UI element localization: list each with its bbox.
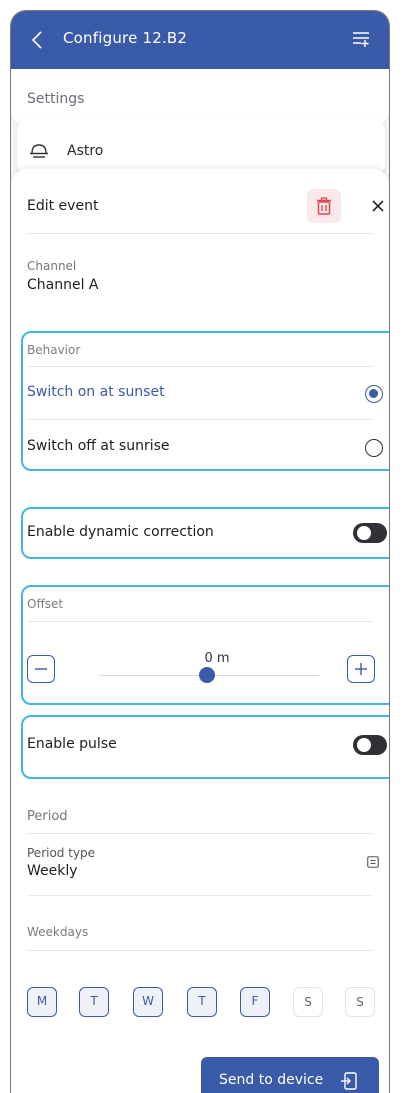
weekday-friday[interactable]: F (240, 987, 270, 1017)
list-icon[interactable] (367, 856, 379, 868)
delete-button[interactable] (307, 189, 341, 223)
channel-value[interactable]: Channel A (27, 277, 99, 293)
page-title: Configure 12.B2 (63, 29, 188, 47)
divider (27, 621, 373, 622)
weekday-wednesday[interactable]: W (133, 987, 163, 1017)
decrement-button[interactable] (27, 655, 55, 683)
export-icon (341, 1072, 357, 1090)
weekday-saturday[interactable]: S (293, 987, 323, 1017)
offset-label: Offset (27, 597, 64, 611)
app-header: Configure 12.B2 (11, 11, 389, 69)
option-switch-off-sunrise[interactable]: Switch off at sunrise (27, 438, 170, 454)
astro-label: Astro (67, 143, 104, 159)
period-label: Period (27, 809, 68, 824)
divider (27, 950, 373, 951)
phone-frame: Configure 12.B2 Settings Astro Edit even… (10, 10, 390, 1093)
send-button-label: Send to device (219, 1072, 324, 1088)
edit-event-sheet: Edit event Channel Channel A Behavior Sw… (11, 169, 389, 1093)
settings-label: Settings (27, 91, 85, 107)
divider (27, 419, 373, 420)
close-icon[interactable] (371, 198, 385, 214)
edit-event-title: Edit event (27, 198, 99, 214)
weekday-sunday[interactable]: S (345, 987, 375, 1017)
pulse-label: Enable pulse (27, 736, 117, 752)
period-type-label: Period type (27, 846, 96, 860)
channel-label: Channel (27, 259, 77, 273)
trash-icon (317, 197, 331, 215)
divider (27, 895, 373, 896)
increment-button[interactable] (347, 655, 375, 683)
pulse-toggle[interactable] (353, 735, 387, 755)
divider (27, 233, 373, 234)
weekday-monday[interactable]: M (27, 987, 57, 1017)
bell-icon (30, 144, 48, 158)
radio-switch-off-sunrise[interactable] (365, 439, 383, 457)
weekday-thursday[interactable]: T (187, 987, 217, 1017)
astro-card[interactable]: Astro (17, 117, 385, 177)
offset-highlight (21, 585, 389, 705)
divider (27, 833, 373, 834)
behavior-label: Behavior (27, 343, 81, 357)
offset-value: 0 m (204, 651, 230, 666)
dynamic-correction-toggle[interactable] (353, 523, 387, 543)
period-type-value[interactable]: Weekly (27, 863, 78, 879)
send-to-device-button[interactable]: Send to device (201, 1057, 379, 1093)
radio-switch-on-sunset[interactable] (365, 385, 383, 403)
option-switch-on-sunset[interactable]: Switch on at sunset (27, 384, 165, 400)
offset-slider-thumb[interactable] (199, 667, 215, 683)
minus-icon (35, 668, 47, 670)
chevron-left-icon[interactable] (29, 29, 49, 51)
divider (27, 366, 373, 367)
menu-add-icon[interactable] (351, 30, 371, 48)
plus-icon (355, 663, 367, 675)
dynamic-correction-label: Enable dynamic correction (27, 524, 214, 540)
weekday-tuesday[interactable]: T (79, 987, 109, 1017)
weekdays-label: Weekdays (27, 925, 89, 939)
